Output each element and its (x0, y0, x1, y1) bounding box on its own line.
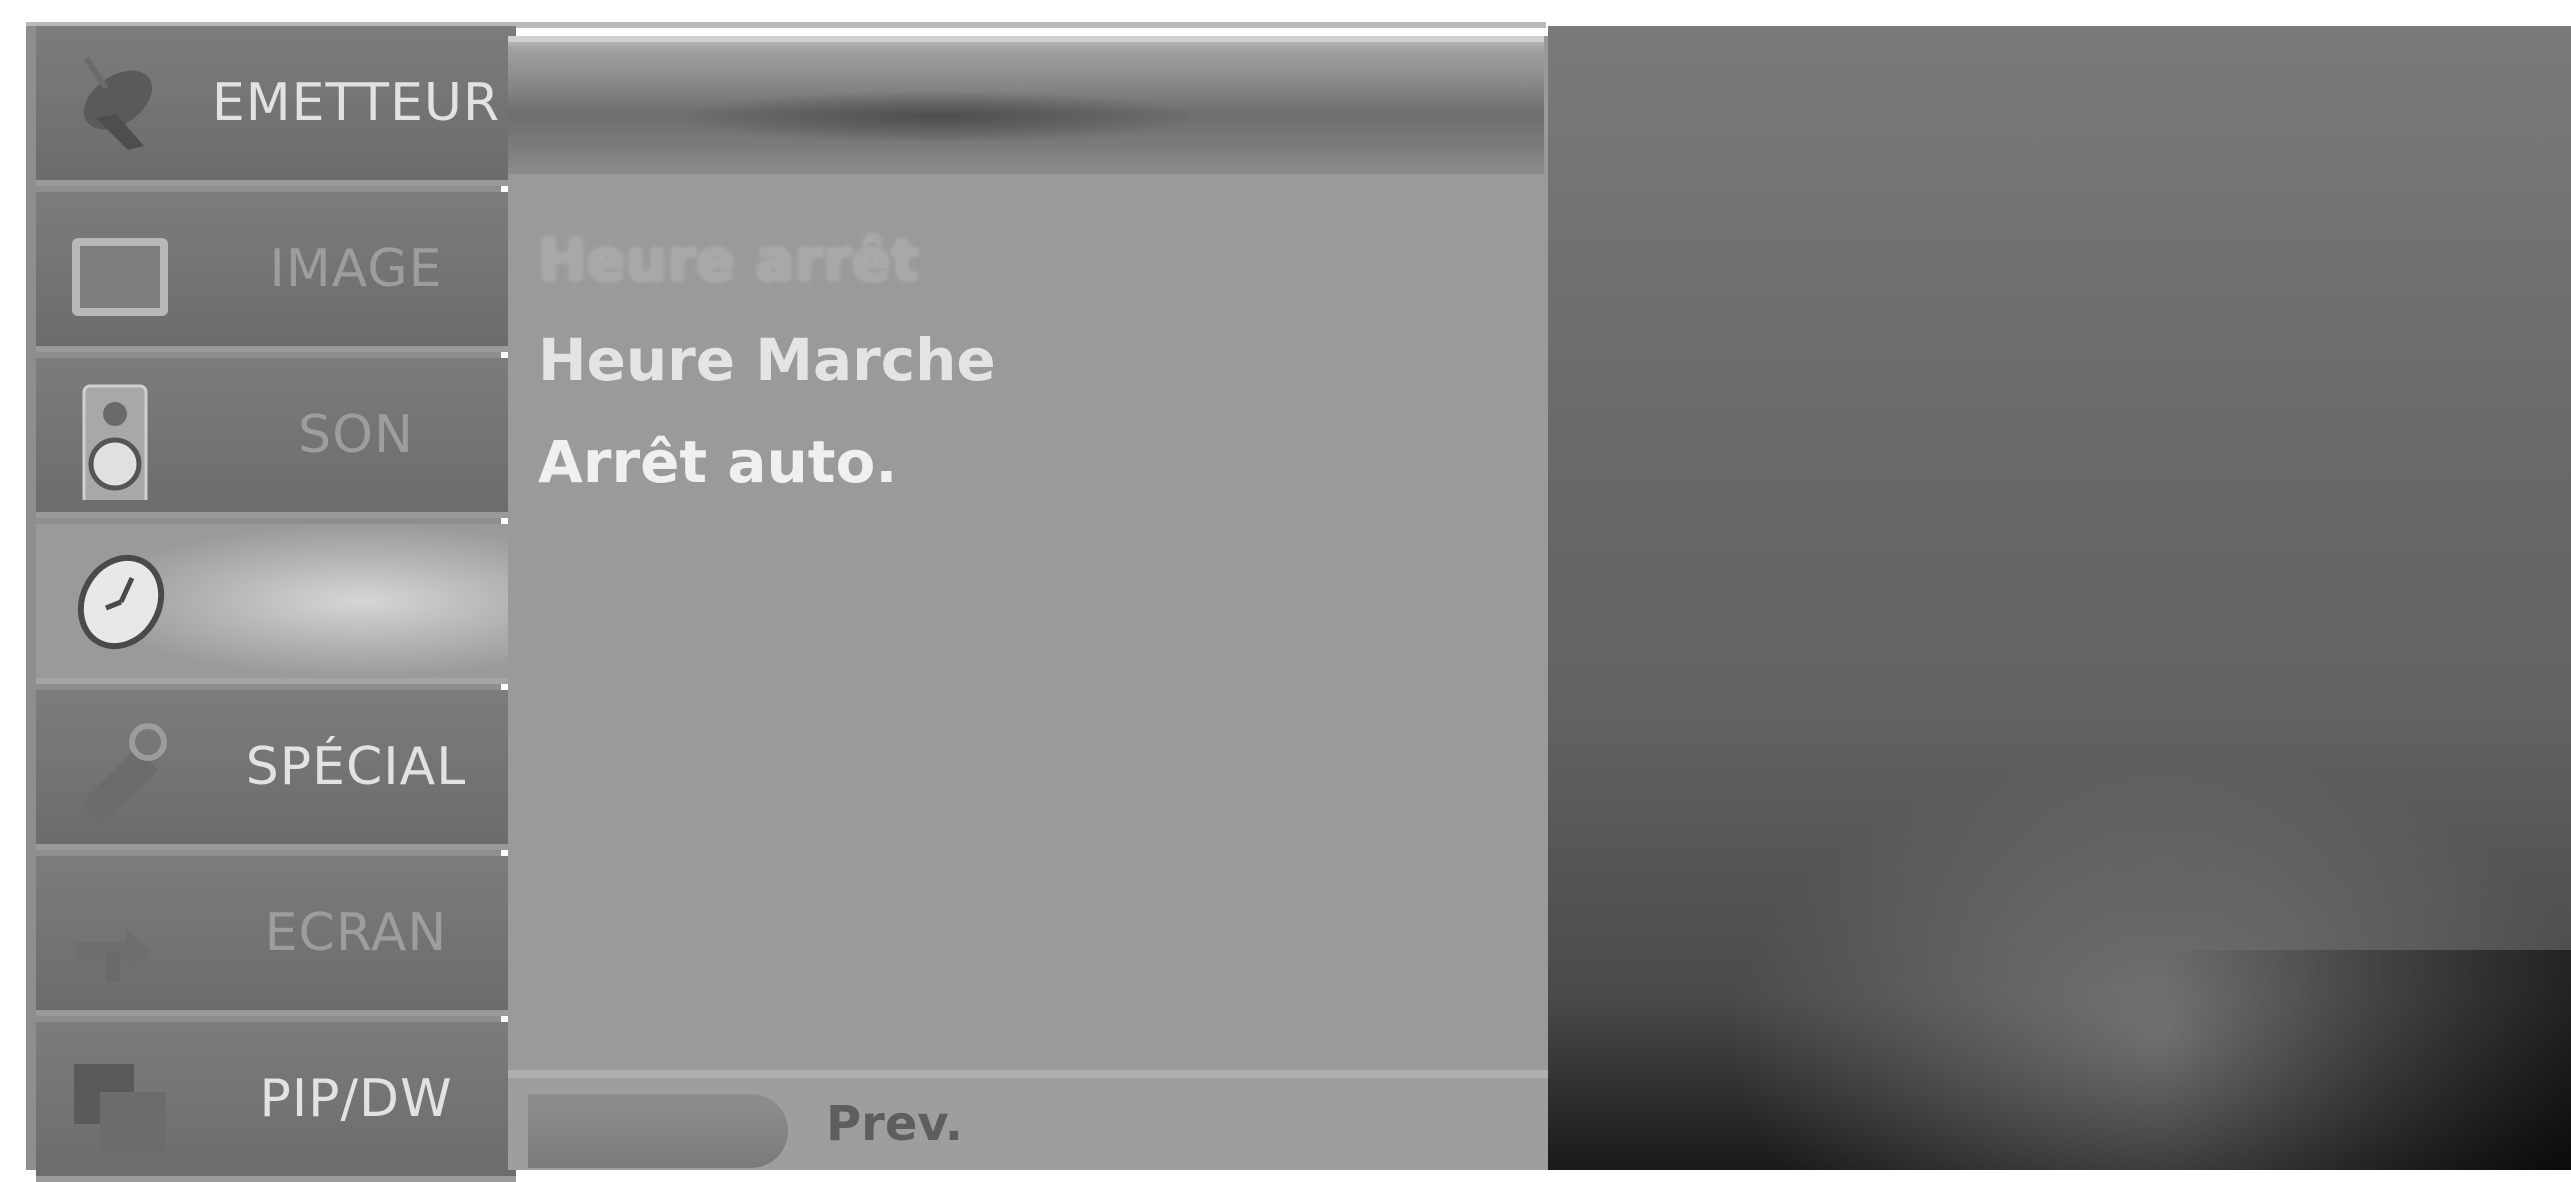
submenu-header (508, 36, 1544, 174)
submenu-item-heure-arret[interactable]: Heure arrêt (538, 226, 919, 294)
category-special[interactable]: SPÉCIAL (36, 690, 516, 850)
category-ecran[interactable]: ECRAN (36, 856, 516, 1016)
video-background (1548, 26, 2571, 1170)
tag-icon (80, 723, 167, 822)
category-image[interactable]: IMAGE (36, 192, 516, 352)
tv-screen-icon (72, 238, 168, 316)
category-label (211, 524, 501, 678)
category-label: SON (298, 405, 414, 465)
category-time[interactable] (36, 524, 536, 684)
submenu-footer: Prev. (508, 1070, 1548, 1170)
submenu-panel: Heure arrêt Heure Marche Arrêt auto. Pre… (508, 36, 1548, 1170)
category-label: EMETTEUR (211, 73, 501, 133)
category-pip-dw[interactable]: PIP/DW (36, 1022, 516, 1182)
header-shadow (688, 92, 1188, 142)
category-label: PIP/DW (259, 1069, 453, 1129)
category-label: ECRAN (264, 903, 448, 963)
category-label: IMAGE (269, 239, 443, 299)
category-menu: EMETTEUR IMAGE SON SPÉCIAL ECRAN PIP/DW (26, 26, 536, 1182)
speaker-icon (82, 384, 148, 500)
category-emetteur[interactable]: EMETTEUR (36, 26, 516, 186)
submenu-item-heure-marche[interactable]: Heure Marche (538, 326, 996, 394)
satellite-dish-icon (83, 56, 153, 150)
prev-label: Prev. (826, 1096, 964, 1152)
pip-windows-icon (74, 1064, 166, 1152)
category-son[interactable]: SON (36, 358, 516, 518)
category-label: SPÉCIAL (245, 737, 467, 797)
clock-icon (77, 554, 165, 650)
arrows-icon (76, 930, 150, 982)
submenu-item-arret-auto[interactable]: Arrêt auto. (538, 428, 897, 496)
prev-button[interactable] (528, 1094, 788, 1168)
